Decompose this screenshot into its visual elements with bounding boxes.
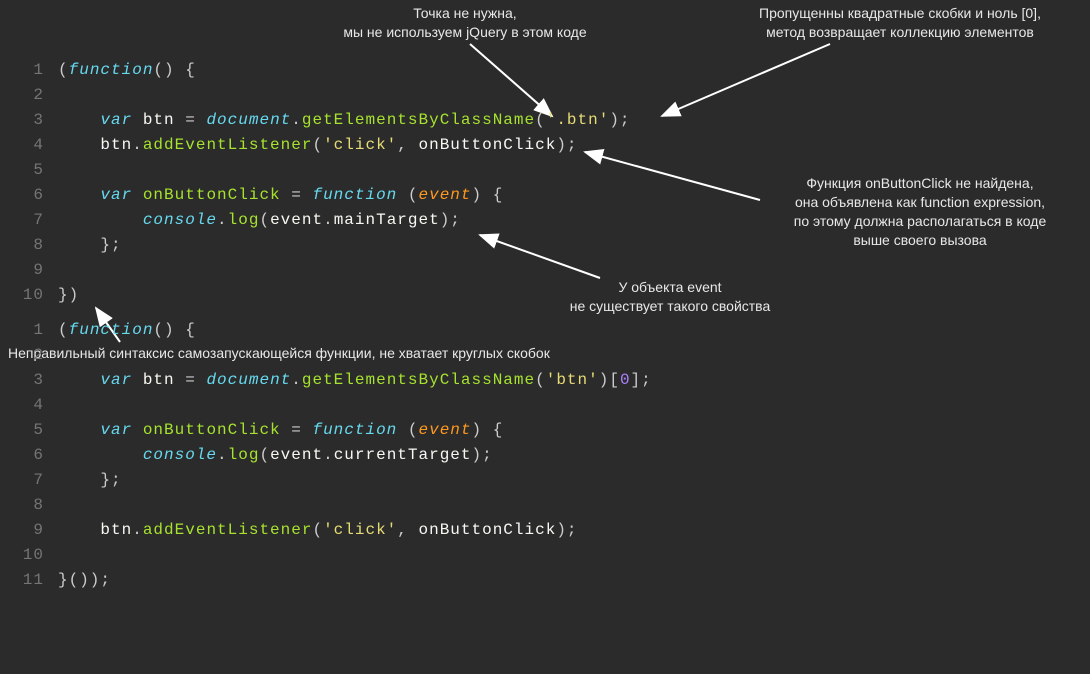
code-line: 3 var btn = document.getElementsByClassN… (0, 108, 1090, 133)
code-line: 2 (0, 83, 1090, 108)
line-number: 11 (0, 568, 58, 593)
line-number: 4 (0, 133, 58, 158)
code-line: 5 var onButtonClick = function (event) { (0, 418, 1090, 443)
code-line: 7 }; (0, 468, 1090, 493)
line-number: 8 (0, 493, 58, 518)
code-line: 1(function() { (0, 58, 1090, 83)
line-number: 2 (0, 83, 58, 108)
code-content: (function() { (58, 318, 1090, 343)
code-line: 8 }; (0, 233, 1090, 258)
code-line: 9 btn.addEventListener('click', onButton… (0, 518, 1090, 543)
code-line: 4 btn.addEventListener('click', onButton… (0, 133, 1090, 158)
line-number: 7 (0, 208, 58, 233)
code-line: 9 (0, 258, 1090, 283)
code-content: (function() { (58, 58, 1090, 83)
code-content: btn.addEventListener('click', onButtonCl… (58, 518, 1090, 543)
code-line: 4 (0, 393, 1090, 418)
code-line: 10 (0, 543, 1090, 568)
code-line: 10}) (0, 283, 1090, 308)
code-line: 2 (0, 343, 1090, 368)
code-content: }) (58, 283, 1090, 308)
code-content: btn.addEventListener('click', onButtonCl… (58, 133, 1090, 158)
code-block-2: 1(function() {23 var btn = document.getE… (0, 308, 1090, 593)
code-line: 6 console.log(event.currentTarget); (0, 443, 1090, 468)
line-number: 1 (0, 318, 58, 343)
code-content: var onButtonClick = function (event) { (58, 183, 1090, 208)
line-number: 8 (0, 233, 58, 258)
code-content: }()); (58, 568, 1090, 593)
line-number: 1 (0, 58, 58, 83)
line-number: 5 (0, 158, 58, 183)
line-number: 2 (0, 343, 58, 368)
line-number: 5 (0, 418, 58, 443)
code-line: 7 console.log(event.mainTarget); (0, 208, 1090, 233)
code-line: 1(function() { (0, 318, 1090, 343)
line-number: 4 (0, 393, 58, 418)
line-number: 7 (0, 468, 58, 493)
line-number: 3 (0, 368, 58, 393)
code-line: 5 (0, 158, 1090, 183)
code-line: 8 (0, 493, 1090, 518)
line-number: 9 (0, 518, 58, 543)
code-line: 11}()); (0, 568, 1090, 593)
line-number: 10 (0, 543, 58, 568)
code-block-1: 1(function() {23 var btn = document.getE… (0, 0, 1090, 308)
line-number: 9 (0, 258, 58, 283)
code-content: var btn = document.getElementsByClassNam… (58, 368, 1090, 393)
code-content: console.log(event.mainTarget); (58, 208, 1090, 233)
code-line: 6 var onButtonClick = function (event) { (0, 183, 1090, 208)
line-number: 6 (0, 183, 58, 208)
code-content: var onButtonClick = function (event) { (58, 418, 1090, 443)
code-content: var btn = document.getElementsByClassNam… (58, 108, 1090, 133)
code-content: console.log(event.currentTarget); (58, 443, 1090, 468)
line-number: 6 (0, 443, 58, 468)
code-content: }; (58, 233, 1090, 258)
code-content: }; (58, 468, 1090, 493)
code-line: 3 var btn = document.getElementsByClassN… (0, 368, 1090, 393)
line-number: 10 (0, 283, 58, 308)
line-number: 3 (0, 108, 58, 133)
